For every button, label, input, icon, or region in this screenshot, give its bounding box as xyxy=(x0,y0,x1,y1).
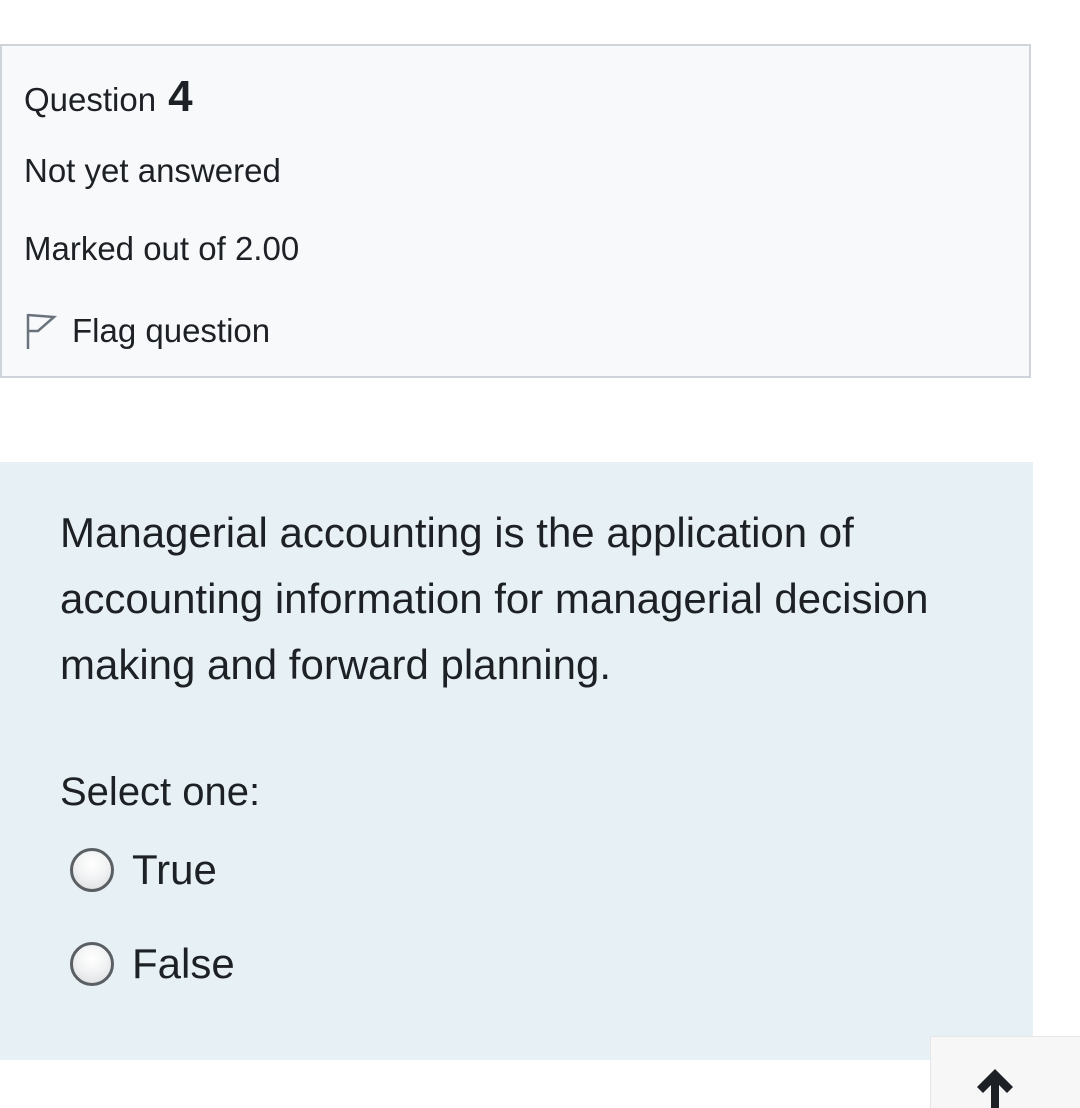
answer-option-true-label[interactable]: True xyxy=(132,846,217,894)
answer-prompt: Select one: xyxy=(60,770,261,814)
answer-option-false-label[interactable]: False xyxy=(132,940,235,988)
question-number: 4 xyxy=(168,72,193,121)
question-grade: Marked out of 2.00 xyxy=(24,230,300,267)
question-number-heading: Question 4 xyxy=(24,72,193,122)
flag-question-label: Flag question xyxy=(72,312,271,349)
radio-true[interactable] xyxy=(70,848,114,892)
radio-false[interactable] xyxy=(70,942,114,986)
answer-option-true[interactable]: True xyxy=(70,842,217,898)
arrow-up-icon xyxy=(977,1069,1013,1108)
flag-outline-icon xyxy=(26,313,58,349)
scroll-to-top-button[interactable] xyxy=(930,1036,1080,1108)
quiz-page: Question 4 Not yet answered Marked out o… xyxy=(0,0,1080,1108)
question-label: Question xyxy=(24,81,157,118)
answer-option-false[interactable]: False xyxy=(70,936,235,992)
question-text: Managerial accounting is the application… xyxy=(60,509,929,688)
flag-question-button[interactable]: Flag question xyxy=(24,306,270,356)
question-state: Not yet answered xyxy=(24,152,281,189)
